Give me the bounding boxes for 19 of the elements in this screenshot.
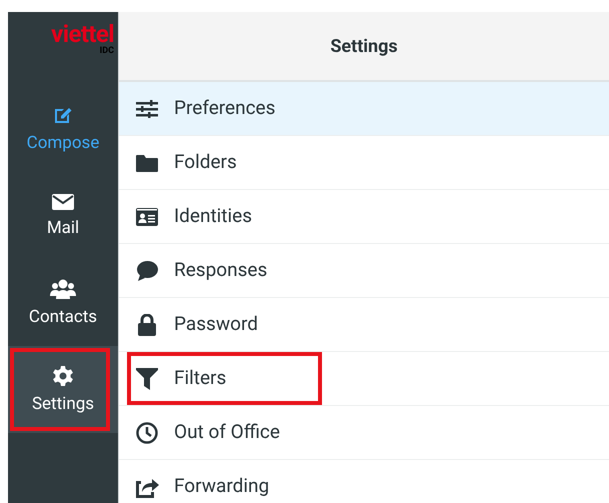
header-title: Settings: [330, 34, 398, 58]
nav-item[interactable]: Contacts: [8, 259, 118, 346]
settings-list-item[interactable]: Preferences: [119, 82, 609, 136]
funnel-icon: [136, 368, 158, 390]
people-icon: [50, 278, 76, 298]
speech-bubble-icon: [136, 260, 158, 280]
settings-list-item[interactable]: Filters: [119, 352, 609, 406]
nav-item[interactable]: Compose: [8, 85, 118, 172]
nav-item[interactable]: Mail: [8, 172, 118, 259]
lock-icon: [138, 314, 156, 336]
clock-icon: [136, 422, 158, 444]
id-card-icon: [136, 208, 158, 226]
envelope-icon: [52, 194, 74, 210]
logo-subtext: IDC: [100, 46, 114, 56]
gear-icon: [53, 366, 73, 386]
sliders-icon: [136, 100, 158, 118]
nav-item[interactable]: Settings: [8, 346, 118, 433]
folder-icon: [136, 154, 158, 172]
logo-text: viettel: [51, 22, 114, 46]
